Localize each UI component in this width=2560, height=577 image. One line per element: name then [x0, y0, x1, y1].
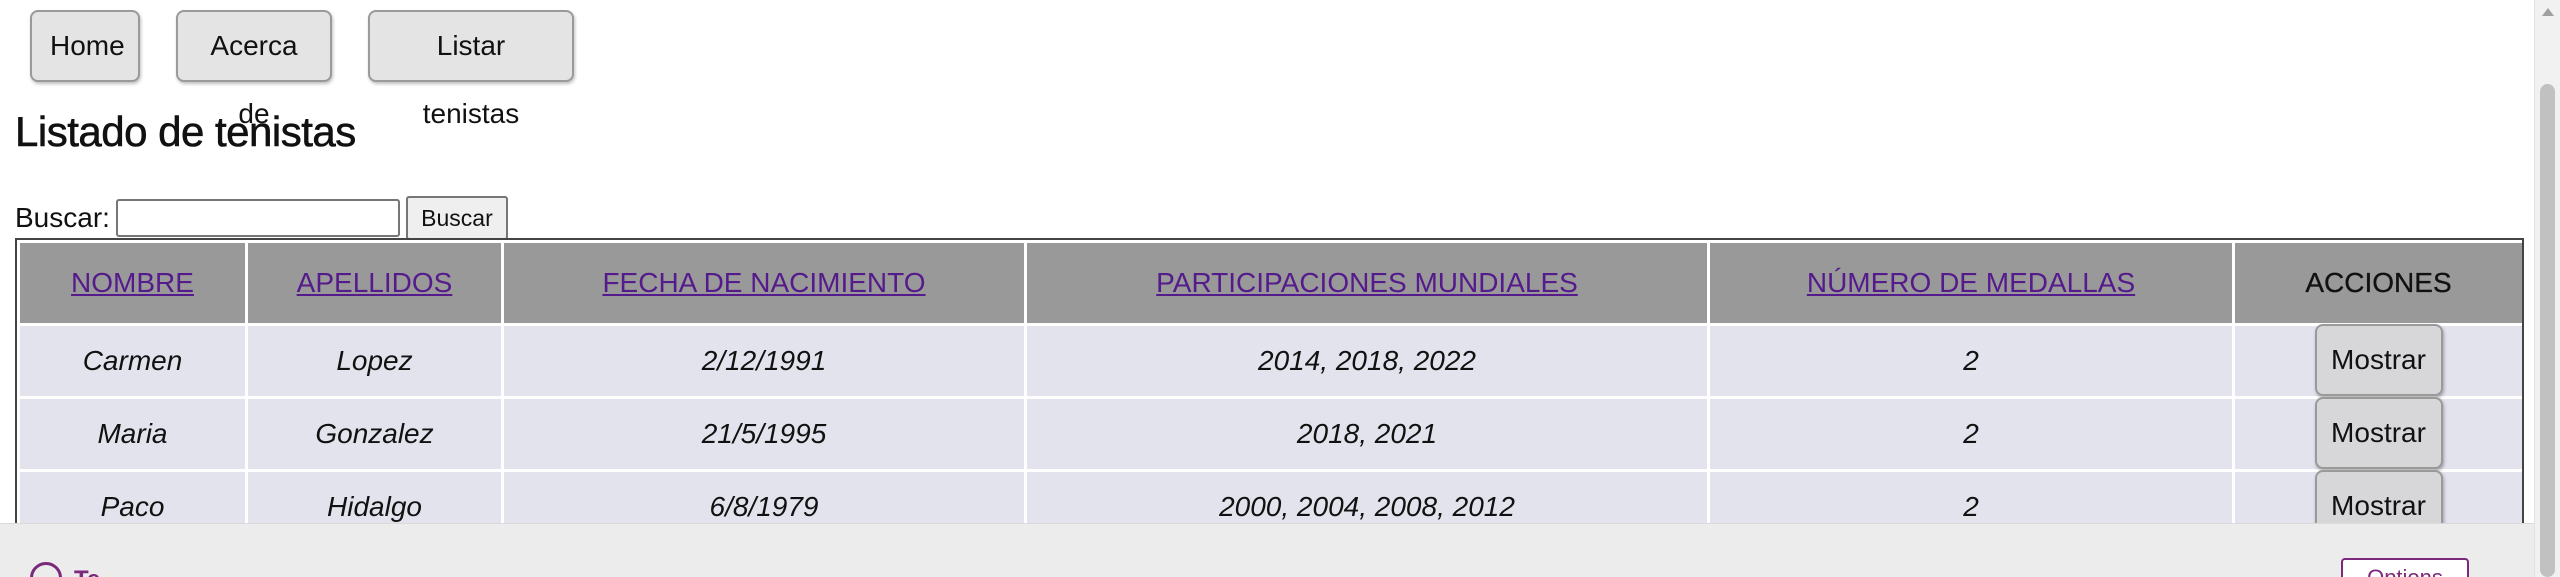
nav-home-button[interactable]: Home [30, 10, 140, 82]
show-button[interactable]: Mostrar [2314, 324, 2443, 396]
cell-acciones: Mostrar [2235, 324, 2522, 396]
cell-apellidos: Lopez [248, 326, 501, 396]
sort-link-participaciones[interactable]: PARTICIPACIONES MUNDIALES [1156, 267, 1578, 298]
scrollbar-thumb[interactable] [2540, 84, 2555, 577]
show-button[interactable]: Mostrar [2314, 397, 2443, 469]
nav-about-button[interactable]: Acerca de [176, 10, 332, 129]
search-input[interactable] [115, 199, 400, 237]
table-header-row: NOMBRE APELLIDOS FECHA DE NACIMIENTO PAR… [20, 243, 2522, 323]
scroll-up-arrow-icon[interactable] [2542, 8, 2554, 16]
column-header-nombre: NOMBRE [20, 243, 245, 323]
sort-link-nombre[interactable]: NOMBRE [71, 267, 194, 298]
sort-link-fecha-nacimiento[interactable]: FECHA DE NACIMIENTO [602, 267, 925, 298]
top-nav: Home Acerca de Listar tenistas [30, 10, 574, 129]
sort-link-medallas[interactable]: NÚMERO DE MEDALLAS [1807, 267, 2135, 298]
cell-participaciones: 2018, 2021 [1027, 399, 1707, 469]
options-button[interactable]: Options [2341, 558, 2469, 577]
cell-participaciones: 2014, 2018, 2022 [1027, 326, 1707, 396]
nav-list-tennis-players-button[interactable]: Listar tenistas [368, 10, 574, 129]
search-form: Buscar: Buscar [15, 196, 508, 240]
cell-fecha: 2/12/1991 [504, 326, 1024, 396]
search-button[interactable]: Buscar [405, 196, 508, 240]
sort-link-apellidos[interactable]: APELLIDOS [297, 267, 453, 298]
page: Home Acerca de Listar tenistas Listado d… [0, 0, 2560, 577]
table-row: Carmen Lopez 2/12/1991 2014, 2018, 2022 … [20, 324, 2522, 396]
cell-acciones: Mostrar [2235, 397, 2522, 469]
column-header-fecha: FECHA DE NACIMIENTO [504, 243, 1024, 323]
column-header-participaciones: PARTICIPACIONES MUNDIALES [1027, 243, 1707, 323]
column-header-acciones: ACCIONES [2235, 243, 2522, 323]
cell-fecha: 21/5/1995 [504, 399, 1024, 469]
cell-nombre: Carmen [20, 326, 245, 396]
cookie-consent-bar: Te… Options [0, 523, 2535, 577]
cell-medallas: 2 [1710, 399, 2232, 469]
page-title: Listado de tenistas [15, 108, 357, 156]
column-header-apellidos: APELLIDOS [248, 243, 501, 323]
players-table: NOMBRE APELLIDOS FECHA DE NACIMIENTO PAR… [17, 240, 2525, 545]
search-label: Buscar: [15, 202, 110, 233]
vertical-scrollbar[interactable] [2534, 0, 2560, 577]
cookie-bar-text: Te… [74, 566, 124, 577]
settings-circle-icon [30, 562, 62, 577]
column-header-medallas: NÚMERO DE MEDALLAS [1710, 243, 2232, 323]
table-row: Maria Gonzalez 21/5/1995 2018, 2021 2 Mo… [20, 397, 2522, 469]
players-table-container: NOMBRE APELLIDOS FECHA DE NACIMIENTO PAR… [15, 238, 2524, 547]
cell-apellidos: Gonzalez [248, 399, 501, 469]
cell-medallas: 2 [1710, 326, 2232, 396]
cell-nombre: Maria [20, 399, 245, 469]
